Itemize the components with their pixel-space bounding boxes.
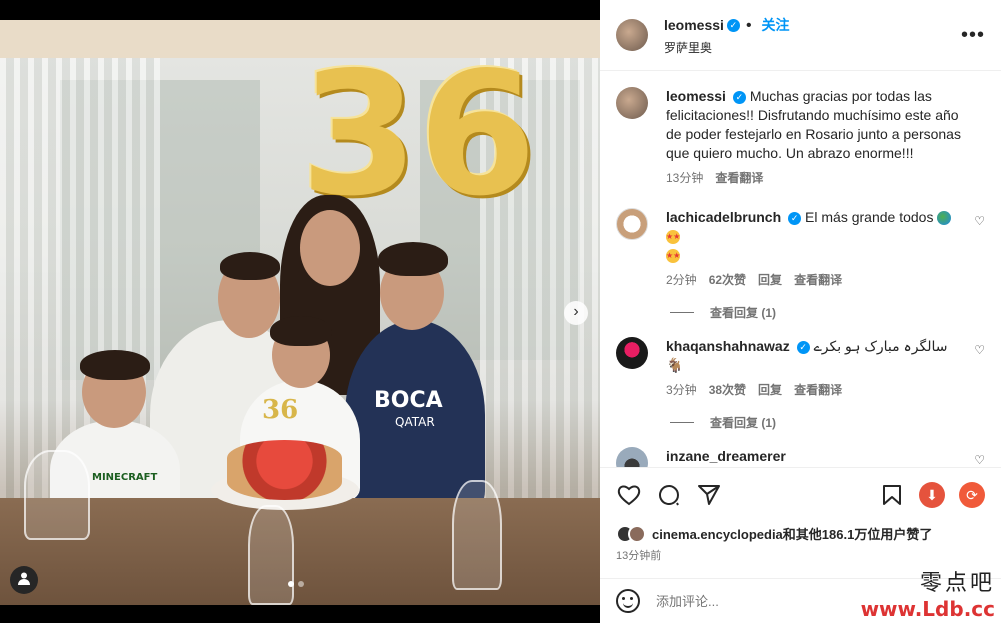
emoji-icon[interactable] — [616, 589, 640, 613]
heart-icon[interactable]: ♡ — [974, 453, 985, 467]
add-comment-bar — [600, 578, 1001, 623]
verified-icon: ✓ — [796, 340, 810, 354]
heart-outline-icon — [617, 485, 641, 506]
header-meta: leomessi ✓ • 关注 罗萨里奥 — [664, 15, 790, 56]
comment-icon[interactable] — [656, 482, 682, 508]
carousel-dots — [288, 581, 304, 587]
view-replies-label[interactable]: 查看回复 (1) — [710, 304, 776, 321]
comment-input[interactable] — [656, 593, 985, 609]
strawberry-cake — [227, 440, 342, 500]
commenter-avatar[interactable] — [616, 337, 648, 369]
caption-username[interactable]: leomessi — [666, 88, 726, 104]
comment-text: El más grande todos — [805, 209, 934, 225]
divider — [670, 422, 694, 423]
comment-row: inzane_dreamerer ♡ — [616, 447, 985, 467]
share-icon[interactable] — [696, 482, 722, 508]
tagged-users-icon[interactable] — [10, 566, 38, 594]
like-icon[interactable] — [616, 482, 642, 508]
comment-time[interactable]: 3分钟 — [666, 381, 697, 400]
star-eyes-emoji-icon: ★★ — [666, 230, 680, 245]
bookmark-icon — [883, 485, 901, 505]
view-replies[interactable]: 查看回复 (1) — [670, 414, 985, 431]
translate-link[interactable]: 查看翻译 — [794, 271, 842, 290]
heart-icon[interactable]: ♡ — [974, 343, 985, 357]
dining-table — [0, 498, 600, 605]
liker-avatar — [628, 524, 646, 543]
comment-username[interactable]: inzane_dreamerer — [666, 448, 786, 464]
candle-36: 36 — [262, 395, 299, 425]
wine-glass — [452, 480, 502, 590]
speech-bubble-icon — [659, 485, 680, 506]
author-username[interactable]: leomessi — [664, 17, 724, 33]
comment-username[interactable]: khaqanshahnawaz — [666, 338, 790, 354]
carousel-dot — [288, 581, 294, 587]
shirt-text: QATAR — [395, 415, 435, 429]
post-time[interactable]: 13分钟前 — [616, 547, 985, 563]
person-head — [300, 210, 360, 286]
refresh-icon[interactable]: ⟳ — [959, 482, 985, 508]
comment-body: khaqanshahnawaz ✓ سالگرہ مبارک ہو بکرے 🐐 … — [666, 337, 985, 400]
likes-summary[interactable]: cinema.encyclopedia和其他186.1万位用户赞了 — [616, 524, 985, 543]
person-hair — [378, 242, 448, 276]
post-photo[interactable]: 36 BOCA QATAR MINECRAFT 36 — [0, 20, 600, 605]
shirt-text: MINECRAFT — [92, 472, 158, 483]
next-photo-button[interactable]: › — [564, 301, 588, 325]
wine-glass — [24, 450, 90, 540]
person-hair — [80, 350, 150, 380]
follow-button[interactable]: 关注 — [762, 17, 790, 33]
verified-icon: ✓ — [726, 18, 740, 32]
carousel-dot — [298, 581, 304, 587]
star-eyes-emoji-icon: ★★ — [666, 249, 680, 264]
view-replies-label[interactable]: 查看回复 (1) — [710, 414, 776, 431]
caption-meta: 13分钟 查看翻译 — [666, 169, 963, 188]
author-avatar[interactable] — [616, 87, 648, 119]
comment-username[interactable]: lachicadelbrunch — [666, 209, 781, 225]
translate-link[interactable]: 查看翻译 — [794, 381, 842, 400]
comment-time[interactable]: 2分钟 — [666, 271, 697, 290]
heart-icon[interactable]: ♡ — [974, 214, 985, 228]
divider — [670, 312, 694, 313]
translate-link[interactable]: 查看翻译 — [715, 169, 763, 188]
post-location[interactable]: 罗萨里奥 — [664, 39, 790, 56]
post-media: 36 BOCA QATAR MINECRAFT 36 › — [0, 0, 600, 623]
comment-body: lachicadelbrunch ✓ El más grande todos ★★… — [666, 208, 985, 290]
commenter-avatar[interactable] — [616, 447, 648, 467]
caption-row: leomessi ✓ Muchas gracias por todas las f… — [616, 87, 985, 188]
caption-body: leomessi ✓ Muchas gracias por todas las f… — [666, 87, 985, 188]
more-icon[interactable]: ••• — [961, 24, 985, 47]
separator-dot: • — [745, 16, 752, 34]
verified-icon: ✓ — [788, 211, 802, 225]
verified-icon: ✓ — [732, 90, 746, 104]
user-icon — [18, 572, 30, 585]
comment-row: lachicadelbrunch ✓ El más grande todos ★★… — [616, 208, 985, 290]
author-avatar[interactable] — [616, 19, 648, 51]
comment-body: inzane_dreamerer — [666, 447, 985, 467]
view-replies[interactable]: 查看回复 (1) — [670, 304, 985, 321]
action-icons: ⬇ ⟳ — [616, 482, 985, 508]
paper-plane-icon — [698, 485, 720, 505]
globe-emoji-icon — [937, 211, 952, 226]
post-panel: leomessi ✓ • 关注 罗萨里奥 ••• leomessi ✓ Muchas g… — [600, 0, 1001, 623]
caption-time[interactable]: 13分钟 — [666, 169, 703, 188]
download-icon[interactable]: ⬇ — [919, 482, 945, 508]
reply-button[interactable]: 回复 — [758, 271, 782, 290]
likes-text[interactable]: cinema.encyclopedia和其他186.1万位用户赞了 — [652, 524, 932, 543]
reply-button[interactable]: 回复 — [758, 381, 782, 400]
comment-meta: 2分钟 62次赞 回复 查看翻译 — [666, 271, 963, 290]
comment-likes[interactable]: 62次赞 — [709, 271, 746, 290]
comment-likes[interactable]: 38次赞 — [709, 381, 746, 400]
commenter-avatar[interactable] — [616, 208, 648, 240]
water-glass — [248, 505, 294, 605]
save-icon[interactable] — [879, 482, 905, 508]
comment-meta: 3分钟 38次赞 回复 查看翻译 — [666, 381, 963, 400]
comments-list[interactable]: leomessi ✓ Muchas gracias por todas las f… — [600, 71, 1001, 467]
comment-row: khaqanshahnawaz ✓ سالگرہ مبارک ہو بکرے 🐐 … — [616, 337, 985, 400]
person-hair — [270, 316, 332, 346]
post-actions: ⬇ ⟳ cinema.encyclopedia和其他186.1万位用户赞了 13… — [600, 467, 1001, 563]
person-hair — [220, 252, 280, 280]
shirt-text: BOCA — [374, 388, 443, 413]
post-header: leomessi ✓ • 关注 罗萨里奥 ••• — [600, 0, 1001, 71]
